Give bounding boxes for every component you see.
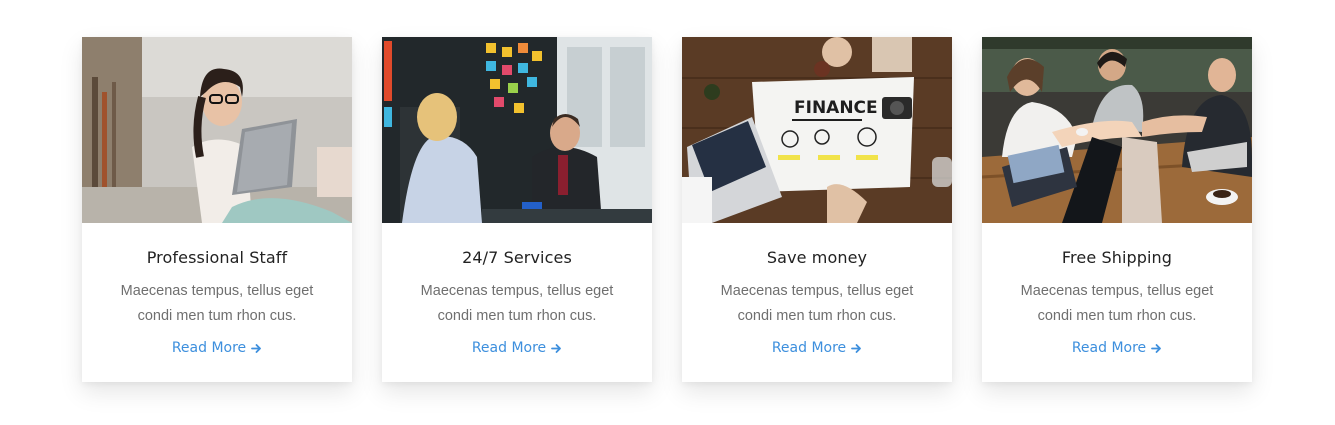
card-image-team-hands	[982, 37, 1252, 223]
card-title: Free Shipping	[1061, 248, 1173, 267]
card-description: Maecenas tempus, tellus eget condi men t…	[720, 283, 914, 324]
finance-image-text: FINANCE	[794, 98, 878, 118]
read-more-label: Read More	[171, 340, 247, 356]
arrow-right-icon	[1151, 343, 1162, 354]
service-card-24-7-services: 24/7 Services Maecenas tempus, tellus eg…	[382, 37, 652, 382]
arrow-right-icon	[551, 343, 562, 354]
card-title: 24/7 Services	[462, 248, 572, 267]
service-card-professional-staff: Professional Staff Maecenas tempus, tell…	[82, 37, 352, 382]
read-more-label: Read More	[1071, 340, 1147, 356]
arrow-right-icon	[251, 343, 262, 354]
service-cards: Professional Staff Maecenas tempus, tell…	[82, 37, 1252, 382]
read-more-link[interactable]: Read More	[472, 340, 562, 356]
card-description: Maecenas tempus, tellus eget condi men t…	[1020, 283, 1214, 324]
card-title: Save money	[766, 248, 868, 267]
card-image-finance-desk: FINANCE	[682, 37, 952, 223]
read-more-link[interactable]: Read More	[172, 340, 262, 356]
read-more-link[interactable]: Read More	[772, 340, 862, 356]
card-description: Maecenas tempus, tellus eget condi men t…	[420, 283, 614, 324]
card-image-woman-laptop	[82, 37, 352, 223]
service-card-free-shipping: Free Shipping Maecenas tempus, tellus eg…	[982, 37, 1252, 382]
arrow-right-icon	[851, 343, 862, 354]
read-more-label: Read More	[771, 340, 847, 356]
card-image-office-meeting	[382, 37, 652, 223]
read-more-link[interactable]: Read More	[1072, 340, 1162, 356]
card-description: Maecenas tempus, tellus eget condi men t…	[120, 283, 314, 324]
card-title: Professional Staff	[146, 248, 288, 267]
read-more-label: Read More	[471, 340, 547, 356]
service-card-save-money: FINANCE Save money Maecenas tempus, tell…	[682, 37, 952, 382]
